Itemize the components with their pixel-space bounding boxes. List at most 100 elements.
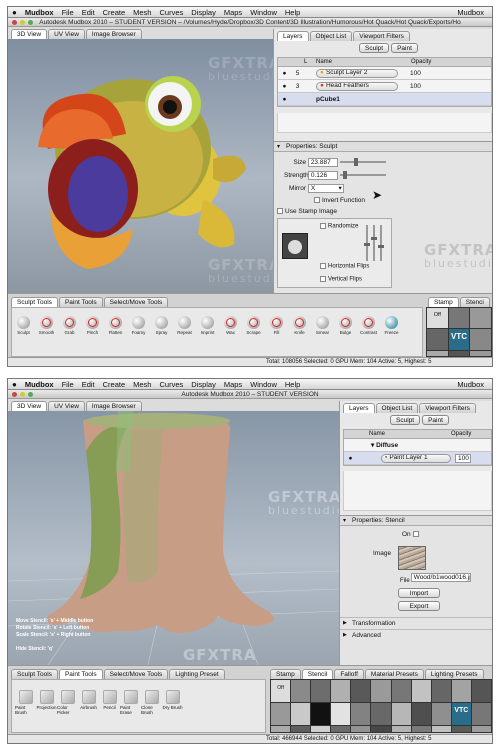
stencil-thumb[interactable] bbox=[311, 703, 331, 725]
tool-pinch[interactable]: Pinch bbox=[81, 316, 104, 356]
menu-curves[interactable]: Curves bbox=[159, 8, 183, 17]
tool-projection[interactable]: Projection bbox=[36, 690, 57, 732]
stamp-thumb[interactable] bbox=[470, 350, 491, 356]
stencil-thumb[interactable] bbox=[431, 680, 451, 702]
window-controls[interactable] bbox=[12, 20, 33, 25]
menu-file[interactable]: File bbox=[62, 380, 74, 389]
stencil-thumb[interactable] bbox=[271, 703, 291, 725]
zoom-icon[interactable] bbox=[28, 392, 33, 397]
tool-bulge[interactable]: Bulge bbox=[334, 316, 357, 356]
stencil-thumb[interactable] bbox=[291, 680, 311, 702]
stamp-thumb[interactable] bbox=[427, 350, 448, 356]
stamp-off[interactable]: Off bbox=[427, 308, 448, 329]
apple-icon[interactable]: ● bbox=[12, 8, 17, 17]
transformation-section[interactable]: ▶ Transformation bbox=[340, 617, 492, 628]
invert-checkbox[interactable] bbox=[314, 197, 320, 204]
close-icon[interactable] bbox=[12, 392, 17, 397]
visibility-icon[interactable]: ● bbox=[278, 70, 291, 77]
hflip-checkbox[interactable] bbox=[320, 263, 326, 269]
stamp-checkbox[interactable] bbox=[277, 208, 283, 215]
layer-row[interactable]: ● ▪ Paint Layer 1 100 bbox=[344, 452, 491, 465]
stamp-thumb[interactable] bbox=[448, 350, 470, 356]
stencil-thumb[interactable] bbox=[331, 703, 351, 725]
layer-row[interactable]: ● 5 ● Sculpt Layer 2 100 bbox=[278, 67, 491, 80]
stencil-thumb[interactable] bbox=[311, 726, 331, 732]
stencil-thumb[interactable] bbox=[371, 680, 391, 702]
tool-fill[interactable]: Fill bbox=[265, 316, 288, 356]
stencil-thumb[interactable] bbox=[351, 680, 371, 702]
stencil-off[interactable]: Off bbox=[271, 680, 291, 702]
stencil-thumb[interactable] bbox=[391, 680, 411, 702]
menu-create[interactable]: Create bbox=[103, 380, 126, 389]
stencil-thumb[interactable] bbox=[291, 726, 311, 732]
tab-object-list[interactable]: Object List bbox=[309, 31, 353, 41]
sculpt-button[interactable]: Sculpt bbox=[359, 43, 390, 53]
visibility-icon[interactable]: ● bbox=[278, 83, 291, 90]
advanced-section[interactable]: ▶ Advanced bbox=[340, 629, 492, 640]
tab-select-move-tools[interactable]: Select/Move Tools bbox=[103, 669, 169, 679]
tool-scrape[interactable]: Scrape bbox=[242, 316, 265, 356]
menu-display[interactable]: Display bbox=[191, 380, 216, 389]
randomize-checkbox[interactable] bbox=[320, 223, 326, 229]
tab-viewport-filters[interactable]: Viewport Filters bbox=[419, 403, 476, 413]
stencil-thumb[interactable] bbox=[371, 703, 391, 725]
menu-window[interactable]: Window bbox=[250, 8, 277, 17]
layer-row[interactable]: ▾ Diffuse bbox=[344, 439, 491, 452]
menu-create[interactable]: Create bbox=[103, 8, 126, 17]
menu-maps[interactable]: Maps bbox=[224, 380, 242, 389]
layer-name-pill[interactable]: ● Sculpt Layer 2 bbox=[316, 68, 398, 78]
menu-file[interactable]: File bbox=[62, 8, 74, 17]
stencil-thumb[interactable] bbox=[471, 726, 491, 732]
size-field[interactable]: 23.887 bbox=[307, 158, 338, 167]
menu-edit[interactable]: Edit bbox=[82, 8, 95, 17]
layer-name-pill[interactable]: ▪ Paint Layer 1 bbox=[381, 453, 451, 463]
vflip-checkbox[interactable] bbox=[320, 276, 326, 282]
tab-paint-tools[interactable]: Paint Tools bbox=[58, 297, 103, 307]
layer-opacity[interactable]: 100 bbox=[410, 83, 421, 90]
tab-stencil[interactable]: Stenci bbox=[459, 297, 490, 307]
size-slider[interactable] bbox=[339, 158, 386, 167]
stencil-thumb[interactable] bbox=[311, 680, 331, 702]
tab-sculpt-tools[interactable]: Sculpt Tools bbox=[11, 669, 58, 679]
tab-lighting-preset[interactable]: Lighting Preset bbox=[169, 669, 225, 679]
stencil-thumb[interactable] bbox=[411, 680, 431, 702]
tool-repeat[interactable]: Repeat bbox=[173, 316, 196, 356]
tab-layers[interactable]: Layers bbox=[343, 403, 375, 413]
tab-3d-view[interactable]: 3D View bbox=[11, 29, 48, 39]
stencil-thumb[interactable] bbox=[451, 680, 471, 702]
stencil-image-thumbnail[interactable] bbox=[398, 546, 426, 570]
vertical-slider[interactable] bbox=[364, 225, 370, 261]
tool-dry-brush[interactable]: Dry Brush bbox=[162, 690, 183, 732]
stencil-thumb[interactable] bbox=[331, 680, 351, 702]
sculpt-button[interactable]: Sculpt bbox=[390, 415, 421, 425]
stencil-thumb[interactable] bbox=[371, 726, 391, 732]
stencil-thumb[interactable] bbox=[471, 680, 491, 702]
tool-smear[interactable]: Smear bbox=[311, 316, 334, 356]
menu-maps[interactable]: Maps bbox=[224, 8, 242, 17]
minimize-icon[interactable] bbox=[20, 392, 25, 397]
tool-clone-brush[interactable]: Clone Brush bbox=[141, 690, 162, 732]
menu-mesh[interactable]: Mesh bbox=[133, 380, 151, 389]
menu-display[interactable]: Display bbox=[191, 8, 216, 17]
tab-uv-view[interactable]: UV View bbox=[48, 401, 85, 411]
vertical-slider[interactable] bbox=[378, 225, 384, 261]
minimize-icon[interactable] bbox=[20, 20, 25, 25]
menu-app[interactable]: Mudbox bbox=[25, 8, 54, 17]
stencil-thumb[interactable] bbox=[351, 703, 371, 725]
layer-opacity[interactable]: 100 bbox=[410, 70, 421, 77]
stencil-thumb[interactable] bbox=[391, 703, 411, 725]
tab-image-browser[interactable]: Image Browser bbox=[85, 401, 142, 411]
file-field[interactable]: Wood/b1wood016.jpg bbox=[410, 573, 471, 582]
stencil-thumb[interactable] bbox=[271, 726, 291, 732]
menu-help[interactable]: Help bbox=[285, 8, 300, 17]
zoom-icon[interactable] bbox=[28, 20, 33, 25]
tab-paint-tools[interactable]: Paint Tools bbox=[58, 669, 103, 679]
tab-viewport-filters[interactable]: Viewport Filters bbox=[353, 31, 410, 41]
tool-contrast[interactable]: Contrast bbox=[357, 316, 380, 356]
window-controls[interactable] bbox=[12, 392, 33, 397]
mirror-select[interactable]: X ▾ bbox=[307, 184, 344, 193]
menu-window[interactable]: Window bbox=[250, 380, 277, 389]
tab-3d-view[interactable]: 3D View bbox=[11, 401, 48, 411]
menu-app[interactable]: Mudbox bbox=[25, 380, 54, 389]
tab-material-presets[interactable]: Material Presets bbox=[364, 669, 424, 679]
